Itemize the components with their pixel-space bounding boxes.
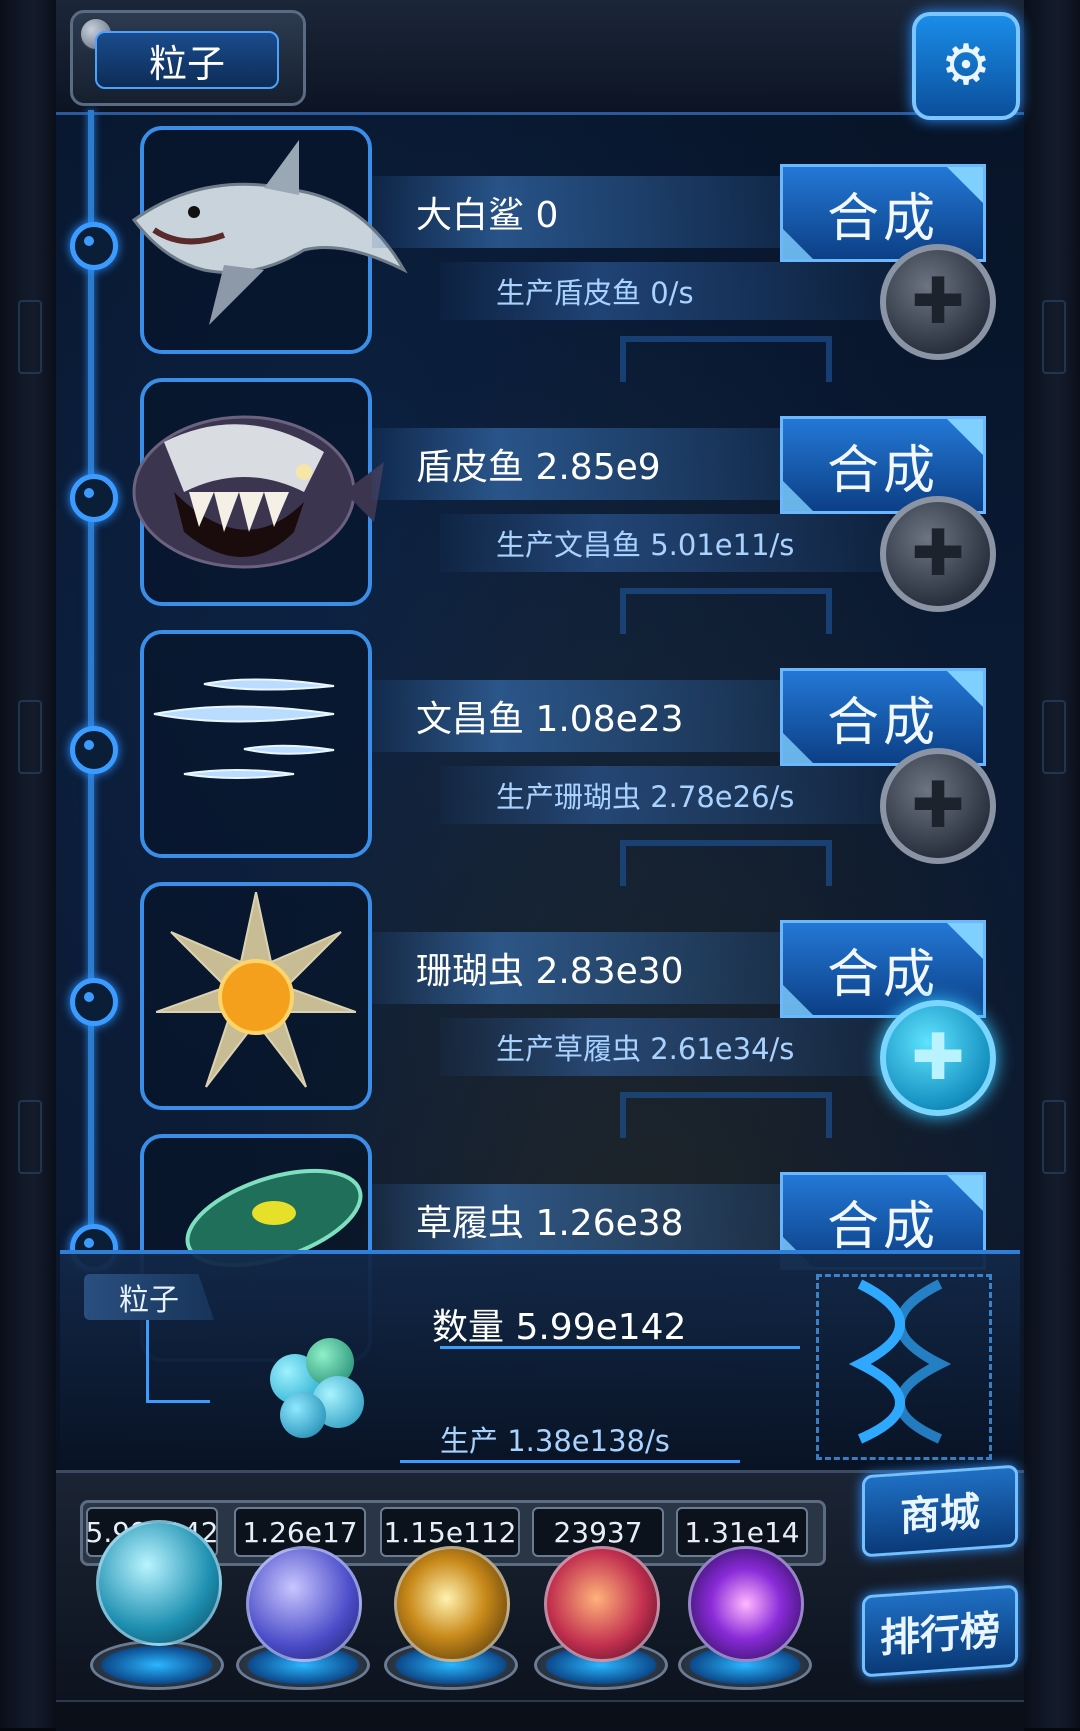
- creature-row-shark: 大白鲨 0 合成 生产盾皮鱼 0/s ✚: [0, 126, 1080, 382]
- creature-row-armored-fish: 盾皮鱼 2.85e9 合成 生产文昌鱼 5.01e11/s ✚: [0, 378, 1080, 634]
- brain-orb-icon[interactable]: [544, 1546, 660, 1662]
- lancelet-icon: [153, 678, 335, 779]
- lightning-orb-icon[interactable]: [246, 1546, 362, 1662]
- add-icon[interactable]: ✚: [880, 244, 996, 360]
- creature-row-lancelet: 文昌鱼 1.08e23 合成 生产珊瑚虫 2.78e26/s ✚: [0, 630, 1080, 886]
- creature-count: 草履虫 1.26e38: [372, 1184, 792, 1256]
- armored-fish-icon: [132, 415, 384, 569]
- particle-atom-icon: [240, 1314, 390, 1444]
- production-rate: 生产草履虫 2.61e34/s: [440, 1018, 890, 1076]
- particle-production: 生产 1.38e138/s: [440, 1424, 670, 1458]
- add-icon[interactable]: ✚: [880, 748, 996, 864]
- shark-icon: [131, 140, 408, 325]
- production-rate: 生产盾皮鱼 0/s: [440, 262, 890, 320]
- production-rate: 生产珊瑚虫 2.78e26/s: [440, 766, 890, 824]
- settings-button[interactable]: ⚙: [912, 12, 1020, 120]
- coral-polyp-icon: [156, 892, 356, 1088]
- galaxy-orb-icon[interactable]: [394, 1546, 510, 1662]
- divider: [440, 1346, 800, 1349]
- dna-icon: [848, 1279, 952, 1444]
- shop-button[interactable]: 商城: [862, 1464, 1018, 1558]
- leaderboard-button[interactable]: 排行榜: [862, 1584, 1018, 1678]
- circuit-line: [146, 1400, 210, 1403]
- creature-count: 盾皮鱼 2.85e9: [372, 428, 792, 500]
- add-icon[interactable]: ✚: [880, 496, 996, 612]
- circuit-line: [146, 1320, 149, 1400]
- circuit-connector: [620, 840, 832, 886]
- creature-row-coral-polyp: 珊瑚虫 2.83e30 合成 生产草履虫 2.61e34/s ✚: [0, 882, 1080, 1138]
- circuit-connector: [620, 588, 832, 634]
- orb-pedestal: [90, 1640, 224, 1690]
- production-rate: 生产文昌鱼 5.01e11/s: [440, 514, 890, 572]
- divider: [400, 1460, 740, 1463]
- creature-count: 大白鲨 0: [372, 176, 792, 248]
- creature-portrait: [131, 126, 408, 354]
- creature-portrait: [140, 882, 372, 1110]
- creature-portrait: [140, 630, 372, 858]
- creature-count: 珊瑚虫 2.83e30: [372, 932, 792, 1004]
- creature-portrait: [132, 378, 384, 606]
- vortex-orb-icon[interactable]: [688, 1546, 804, 1662]
- add-icon[interactable]: ✚: [880, 1000, 996, 1116]
- particle-quantity: 数量 5.99e142: [432, 1307, 687, 1348]
- circuit-connector: [620, 1092, 832, 1138]
- panel-tag: 粒子: [84, 1274, 214, 1320]
- bottom-edge: [56, 1700, 1024, 1730]
- creature-count: 文昌鱼 1.08e23: [372, 680, 792, 752]
- gear-icon: ⚙: [940, 33, 992, 98]
- page-title: 粒子: [95, 31, 279, 89]
- particle-panel: 粒子 数量 5.99e142 生产 1.38e138/s: [60, 1250, 1020, 1477]
- title-plate: 粒子: [70, 10, 306, 106]
- circuit-connector: [620, 336, 832, 382]
- particle-orb-icon[interactable]: [96, 1520, 222, 1646]
